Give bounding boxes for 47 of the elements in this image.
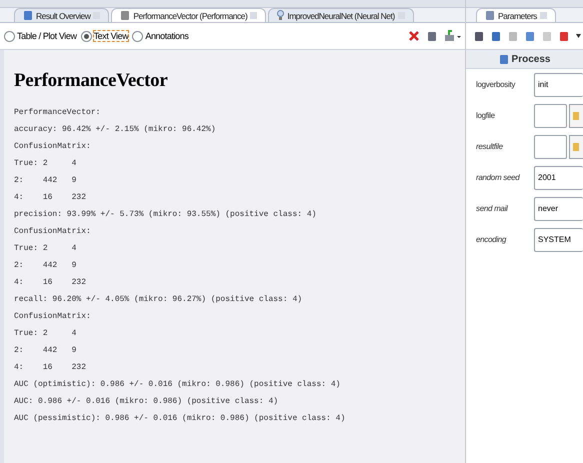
caret-icon[interactable] — [576, 34, 581, 38]
result-line: 4: 16 232 — [14, 362, 88, 374]
browse-button[interactable] — [569, 134, 583, 158]
folder-icon — [573, 110, 579, 120]
file-input[interactable] — [534, 134, 567, 158]
parameter-input[interactable]: 2001 — [534, 166, 583, 190]
section-title: Process — [512, 54, 550, 64]
result-line: 2: 442 9 — [14, 260, 78, 272]
result-tab[interactable]: ImprovedNeuralNet (Neural Net) — [268, 8, 414, 22]
printer-icon[interactable] — [445, 30, 461, 42]
result-line: True: 2 4 — [14, 243, 78, 255]
result-line: ConfusionMatrix: — [14, 311, 92, 323]
parameter-label: logverbosity — [476, 80, 516, 89]
parameter-select[interactable]: init — [534, 72, 583, 96]
result-line: True: 2 4 — [14, 328, 78, 340]
result-line: 2: 442 9 — [14, 175, 78, 187]
view-radio[interactable]: Text View — [80, 30, 128, 42]
result-line: precision: 93.99% +/- 5.73% (mikro: 93.55%) (positive class: 4) — [14, 209, 318, 221]
result-line: AUC: 0.986 +/- 0.016 (mikro: 0.986) (positive class: 4) — [14, 396, 280, 408]
result-line: PerformanceVector: — [14, 107, 102, 119]
result-line: 2: 442 9 — [14, 345, 78, 357]
parameter-label: send mail — [476, 204, 509, 213]
parameter-select[interactable]: SYSTEM — [534, 228, 583, 252]
result-line: AUC (pessimistic): 0.986 +/- 0.016 (mikro: 0.986) (positive class: 4) — [14, 413, 346, 425]
lightbulb-icon — [277, 10, 284, 21]
parameter-label: encoding — [476, 235, 508, 244]
parameter-label: resultfile — [476, 142, 504, 151]
result-line: AUC (optimistic): 0.986 +/- 0.016 (mikro: 0.986) (positive class: 4) — [14, 379, 342, 391]
result-tab[interactable]: Result Overview — [14, 8, 110, 22]
parameters-tab[interactable]: Parameters — [476, 8, 556, 22]
parameter-label: random seed — [476, 173, 521, 182]
folder-icon — [573, 142, 579, 152]
result-line: True: 2 4 — [14, 158, 78, 170]
view-radio[interactable]: Table / Plot View — [4, 30, 77, 42]
result-line: ConfusionMatrix: — [14, 226, 92, 238]
result-tab[interactable]: PerformanceVector (Performance) — [111, 8, 266, 22]
result-line: accuracy: 96.42% +/- 2.15% (mikro: 96.42%) — [14, 124, 217, 136]
parameter-select[interactable]: never — [534, 196, 583, 220]
result-line: ConfusionMatrix: — [14, 141, 92, 153]
view-radio[interactable]: Annotations — [132, 30, 188, 42]
result-line: 4: 16 232 — [14, 192, 88, 204]
result-title: PerformanceVector — [14, 70, 168, 92]
result-line: recall: 96.20% +/- 4.05% (mikro: 96.27%) (positive class: 4) — [14, 294, 304, 306]
parameter-label: logfile — [476, 111, 496, 120]
file-input[interactable] — [534, 104, 567, 128]
result-line: 4: 16 232 — [14, 277, 88, 289]
browse-button[interactable] — [569, 104, 583, 128]
